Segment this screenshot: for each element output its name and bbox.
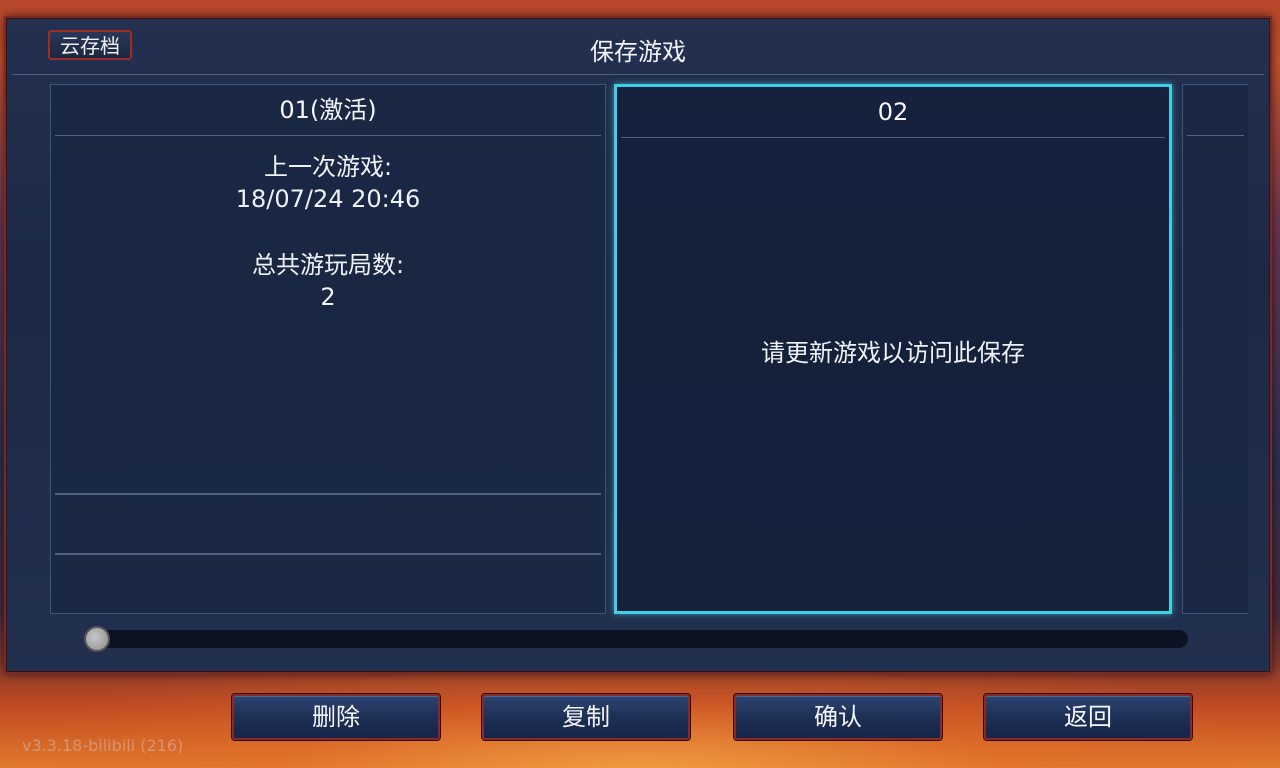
scrollbar-thumb[interactable] bbox=[84, 626, 110, 652]
back-button[interactable]: 返回 bbox=[984, 694, 1192, 740]
last-played-value: 18/07/24 20:46 bbox=[235, 185, 421, 213]
last-played-label: 上一次游戏: bbox=[263, 153, 393, 181]
slot-divider bbox=[55, 553, 601, 555]
slot-title: 01(激活) bbox=[55, 85, 601, 136]
copy-button[interactable]: 复制 bbox=[482, 694, 690, 740]
total-runs-value: 2 bbox=[320, 283, 336, 311]
save-game-panel: 云存档 保存游戏 01(激活) 上一次游戏: 18/07/24 20:46 总共… bbox=[4, 16, 1272, 674]
slot-title bbox=[1187, 85, 1244, 136]
slot-divider bbox=[55, 493, 601, 495]
slot-scrollbar[interactable] bbox=[84, 626, 1188, 652]
confirm-button[interactable]: 确认 bbox=[734, 694, 942, 740]
save-slot-02[interactable]: 02 请更新游戏以访问此保存 bbox=[614, 84, 1172, 614]
slot-title: 02 bbox=[621, 87, 1165, 138]
total-runs-label: 总共游玩局数: bbox=[251, 251, 405, 279]
delete-button[interactable]: 删除 bbox=[232, 694, 440, 740]
panel-header: 云存档 保存游戏 bbox=[12, 18, 1264, 75]
version-label: v3.3.18-bilibili (216) bbox=[22, 736, 184, 755]
save-slot-03[interactable] bbox=[1182, 84, 1248, 614]
page-title: 保存游戏 bbox=[590, 38, 686, 66]
save-slot-01[interactable]: 01(激活) 上一次游戏: 18/07/24 20:46 总共游玩局数: 2 bbox=[50, 84, 606, 614]
update-required-message: 请更新游戏以访问此保存 bbox=[761, 339, 1025, 367]
